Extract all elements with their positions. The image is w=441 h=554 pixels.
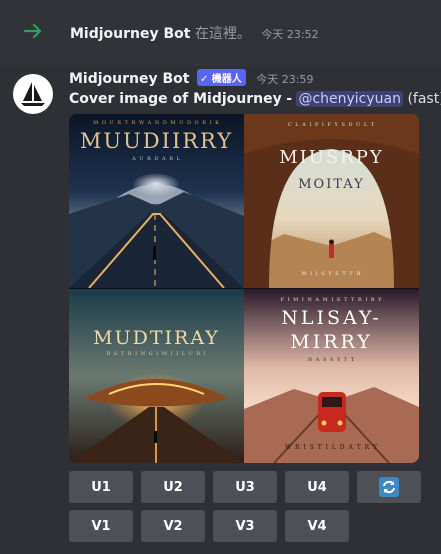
image-tile-4-title: NLISAY- [281, 307, 382, 329]
image-tile-2-title-2: MOITAY [298, 177, 365, 192]
upscale-3-button[interactable]: U3 [213, 471, 277, 503]
image-tile-2-small-bottom: M I I S Y E T T H [301, 271, 362, 277]
image-tile-2-art [244, 114, 419, 288]
image-tile-1-small-top: M O U R T R W A N D M U D O R I K [93, 120, 220, 126]
bot-name-link[interactable]: Midjourney Bot [70, 26, 190, 42]
bot-message: Midjourney Bot ✓ 機器人 今天 23:59 Cover imag… [0, 66, 441, 554]
prompt-separator: - [286, 91, 292, 107]
image-tile-1-title: MUUDIIRRY [79, 129, 234, 153]
message-content: Cover image of Midjourney - @chenyicyuan… [69, 91, 441, 107]
avatar[interactable] [13, 74, 53, 114]
image-tile-3-small-bottom: D S T R I N G I M I I L U R I [106, 351, 207, 357]
join-timestamp[interactable]: 今天 23:52 [261, 28, 318, 41]
message-header: Midjourney Bot ✓ 機器人 今天 23:59 [69, 69, 313, 87]
system-message: Midjourney Bot 在這裡。 今天 23:52 [0, 0, 441, 66]
refresh-icon [379, 477, 399, 497]
image-grid[interactable]: M O U R T R W A N D M U D O R I K MUUDII… [69, 114, 419, 463]
bot-badge: ✓ 機器人 [196, 69, 246, 86]
image-tile-4-small-bottom: W R I S T I L D A T R Y [284, 444, 379, 451]
message-timestamp[interactable]: 今天 23:59 [256, 73, 313, 86]
join-text: 在這裡。 [194, 26, 251, 42]
image-tile-4-sub: N A S S Y T T [307, 357, 356, 363]
join-line: Midjourney Bot 在這裡。 今天 23:52 [70, 23, 319, 43]
variation-4-button[interactable]: V4 [285, 510, 349, 542]
author-name[interactable]: Midjourney Bot [69, 71, 189, 87]
image-tile-3[interactable]: MUDTIRAY D S T R I N G I M I I L U R I [69, 289, 244, 463]
variation-1-button[interactable]: V1 [69, 510, 133, 542]
arrow-right-icon [23, 23, 42, 39]
image-tile-2-title: MIUSRPY [279, 147, 384, 168]
image-tile-4[interactable]: F I M I N A M I E T T R I B Y NLISAY- MI… [244, 289, 419, 463]
sailboat-logo-icon [21, 82, 45, 106]
image-tile-3-art [69, 289, 244, 463]
user-mention[interactable]: @chenyicyuan [296, 91, 403, 107]
variation-3-button[interactable]: V3 [213, 510, 277, 542]
image-tile-2-small-top: C L A I P I F Y S D U L T [287, 122, 376, 128]
image-tile-1-small-bottom: A U R D A R L [132, 156, 181, 162]
image-tile-1[interactable]: M O U R T R W A N D M U D O R I K MUUDII… [69, 114, 244, 288]
image-tile-3-title: MUDTIRAY [93, 327, 220, 349]
variation-2-button[interactable]: V2 [141, 510, 205, 542]
image-tile-4-small-top: F I M I N A M I E T T R I B Y [280, 297, 383, 303]
prompt-text: Cover image of Midjourney [69, 91, 282, 107]
reroll-button[interactable] [357, 471, 421, 503]
upscale-4-button[interactable]: U4 [285, 471, 349, 503]
image-tile-4-title-2: MIRRY [290, 331, 373, 353]
mode-label: (fast) [407, 91, 441, 107]
upscale-2-button[interactable]: U2 [141, 471, 205, 503]
upscale-1-button[interactable]: U1 [69, 471, 133, 503]
image-tile-2[interactable]: C L A I P I F Y S D U L T MIUSRPY MOITAY… [244, 114, 419, 288]
